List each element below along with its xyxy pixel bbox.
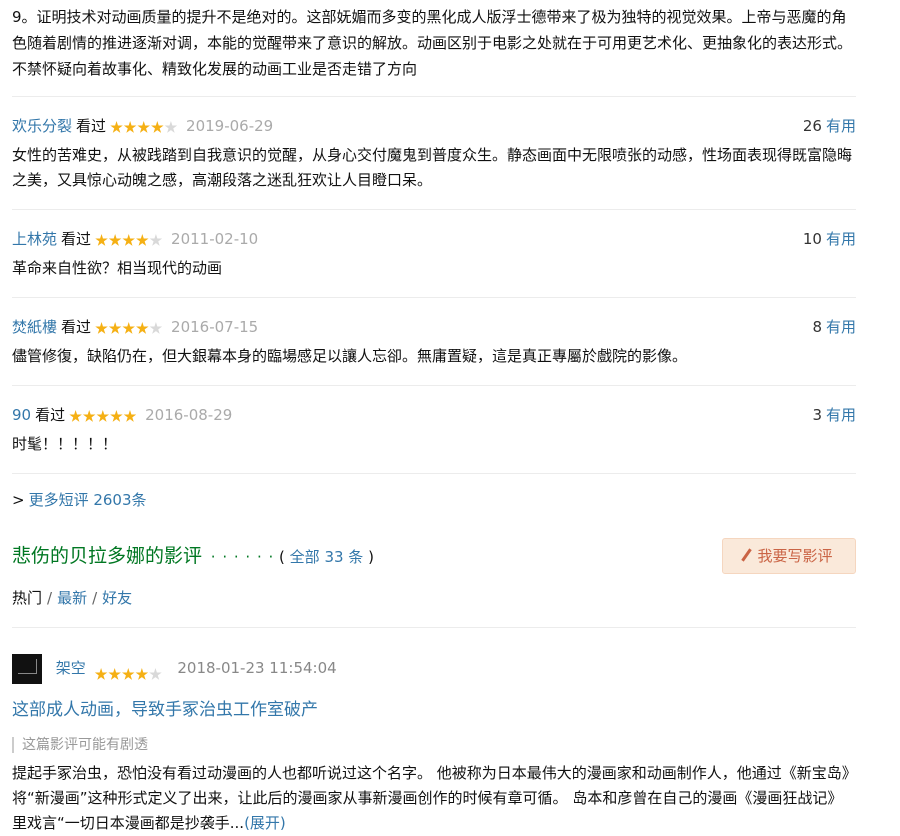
rating-stars <box>110 118 178 133</box>
watch-status: 看过 <box>76 117 107 135</box>
review-title[interactable]: 这部成人动画，导致手冢治虫工作室破产 <box>12 698 856 722</box>
tab-friends[interactable]: 好友 <box>102 589 132 607</box>
previous-comment-text: 9。证明技术对动画质量的提升不是绝对的。这部妩媚而多变的黑化成人版浮士德带来了极… <box>12 4 856 97</box>
star-filled-icon <box>110 121 123 133</box>
comment-date: 2016-07-15 <box>171 318 259 336</box>
useful-button[interactable]: 有用 <box>826 230 856 248</box>
star-filled-icon <box>108 234 122 246</box>
review-date: 2018-01-23 11:54:04 <box>177 659 337 677</box>
rating-stars <box>95 231 163 246</box>
star-filled-icon <box>94 668 108 680</box>
comment-text: 女性的苦难史，从被践踏到自我意识的觉醒，从身心交付魔鬼到普度众生。静态画面中无限… <box>12 146 853 189</box>
tab-separator: / <box>47 589 53 607</box>
close-paren: ) <box>368 548 374 566</box>
review-item: 架空 2018-01-23 11:54:04 这部成人动画，导致手冢治虫工作室破… <box>12 628 856 836</box>
comment-header: 焚紙樓 看过 2016-07-15 8 有用 <box>12 316 856 338</box>
arrow-icon: > <box>12 491 25 509</box>
comment-author[interactable]: 焚紙樓 <box>12 318 57 336</box>
star-empty-icon <box>149 322 163 334</box>
open-paren: ( <box>279 548 285 566</box>
star-filled-icon <box>69 410 82 422</box>
comment-author[interactable]: 欢乐分裂 <box>12 117 72 135</box>
comment-list: 欢乐分裂 看过 2019-06-29 26 有用 女性的苦难史，从被践踏到自我意识的觉醒，… <box>12 97 856 474</box>
spoiler-warning: 这篇影评可能有剧透 <box>12 737 856 753</box>
star-filled-icon <box>151 121 164 133</box>
comment-text: 时髦！！！！！ <box>12 435 118 453</box>
reviews-section-header: 悲伤的贝拉多娜的影评 · · · · · · ( 全部 33 条 ) 我要写影评 <box>12 538 856 574</box>
avatar[interactable] <box>12 653 42 684</box>
vote-area: 3 有用 <box>812 404 856 426</box>
comment-item: 90 看过 2016-08-29 3 有用时髦！！！！！ <box>12 386 856 474</box>
tab-hot[interactable]: 热门 <box>12 589 42 607</box>
star-empty-icon <box>164 121 178 133</box>
vote-count: 10 <box>802 230 822 248</box>
star-filled-icon <box>122 234 135 246</box>
review-excerpt: 提起手冢治虫，恐怕没有看过动漫画的人也都听说过这个名字。 他被称为日本最伟大的漫… <box>12 761 856 836</box>
star-filled-icon <box>123 121 137 133</box>
write-review-label: 我要写影评 <box>757 547 833 565</box>
comment-date: 2019-06-29 <box>186 117 274 135</box>
star-filled-icon <box>122 322 135 334</box>
write-review-button[interactable]: 我要写影评 <box>722 538 856 574</box>
more-comments-label: 更多短评 2603条 <box>28 491 147 509</box>
comment-header: 90 看过 2016-08-29 3 有用 <box>12 404 856 426</box>
reviews-section-title: 悲伤的贝拉多娜的影评 <box>12 545 203 567</box>
tab-latest[interactable]: 最新 <box>57 589 87 607</box>
all-reviews-link[interactable]: 全部 33 条 <box>290 548 364 566</box>
comment-item: 焚紙樓 看过 2016-07-15 8 有用儘管修復，缺陷仍在，但大銀幕本身的臨場感足以… <box>12 298 856 386</box>
review-excerpt-text: 提起手冢治虫，恐怕没有看过动漫画的人也都听说过这个名字。 他被称为日本最伟大的漫… <box>12 764 850 832</box>
review-header: 架空 2018-01-23 11:54:04 <box>12 652 856 684</box>
star-filled-icon <box>137 121 150 133</box>
star-empty-icon <box>149 234 163 246</box>
vote-area: 26 有用 <box>803 115 856 137</box>
comment-date: 2016-08-29 <box>145 406 233 424</box>
useful-button[interactable]: 有用 <box>826 406 856 424</box>
useful-button[interactable]: 有用 <box>826 117 856 135</box>
content-column: 9。证明技术对动画质量的提升不是绝对的。这部妩媚而多变的黑化成人版浮士德带来了极… <box>12 0 856 836</box>
star-filled-icon <box>95 234 108 246</box>
expand-link[interactable]: (展开) <box>244 814 286 832</box>
star-filled-icon <box>123 410 137 422</box>
star-filled-icon <box>108 668 121 680</box>
star-filled-icon <box>136 322 149 334</box>
title-dots: · · · · · · <box>210 548 275 566</box>
comment-item: 欢乐分裂 看过 2019-06-29 26 有用女性的苦难史，从被践踏到自我意识的觉醒，… <box>12 97 856 210</box>
star-filled-icon <box>136 234 149 246</box>
comment-author[interactable]: 上林苑 <box>12 230 57 248</box>
comment-text: 革命来自性欲？相当现代的动画 <box>12 259 223 277</box>
comment-header: 上林苑 看过 2011-02-10 10 有用 <box>12 228 856 250</box>
comment-author[interactable]: 90 <box>12 406 31 424</box>
comment-item: 上林苑 看过 2011-02-10 10 有用革命来自性欲？相当现代的动画 <box>12 210 856 298</box>
vote-count: 26 <box>802 117 822 135</box>
all-reviews: ( 全部 33 条 ) <box>279 548 374 566</box>
comment-header: 欢乐分裂 看过 2019-06-29 26 有用 <box>12 115 856 137</box>
vote-area: 8 有用 <box>812 316 856 338</box>
star-filled-icon <box>122 668 135 680</box>
star-filled-icon <box>96 410 110 422</box>
vote-count: 3 <box>812 406 822 424</box>
star-filled-icon <box>110 410 123 422</box>
review-sort-tabs: 热门 / 最新 / 好友 <box>12 587 856 628</box>
tab-separator: / <box>92 589 98 607</box>
rating-stars <box>69 407 137 422</box>
star-empty-icon <box>149 668 162 680</box>
comment-text: 儘管修復，缺陷仍在，但大銀幕本身的臨場感足以讓人忘卻。無庸置疑，這是真正專屬於戲… <box>12 347 688 365</box>
star-filled-icon <box>95 322 108 334</box>
vote-area: 10 有用 <box>803 228 856 250</box>
pencil-icon <box>741 547 753 562</box>
useful-button[interactable]: 有用 <box>826 318 856 336</box>
comment-date: 2011-02-10 <box>171 230 259 248</box>
rating-stars <box>95 319 163 334</box>
star-filled-icon <box>108 322 122 334</box>
review-author[interactable]: 架空 <box>56 659 86 677</box>
star-filled-icon <box>82 410 96 422</box>
star-filled-icon <box>135 668 149 680</box>
vote-count: 8 <box>812 318 822 336</box>
watch-status: 看过 <box>61 230 92 248</box>
watch-status: 看过 <box>35 406 66 424</box>
watch-status: 看过 <box>61 318 92 336</box>
more-comments-link[interactable]: > 更多短评 2603条 <box>12 488 856 512</box>
rating-stars <box>94 660 163 680</box>
